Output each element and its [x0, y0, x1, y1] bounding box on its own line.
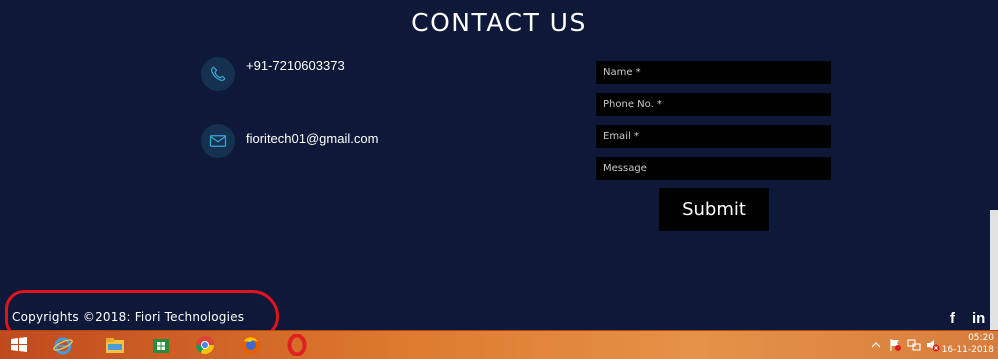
flag-notification-icon[interactable] [887, 334, 903, 356]
phone-number[interactable]: +91-7210603373 [246, 58, 345, 73]
phone-input[interactable] [596, 93, 831, 116]
system-clock[interactable]: 05:20 16-11-2018 [942, 332, 994, 356]
file-explorer-icon[interactable] [104, 334, 126, 356]
phone-contact: +91-7210603373 [201, 57, 345, 91]
clock-time: 05:20 [968, 333, 994, 343]
windows-start-icon[interactable] [8, 334, 30, 356]
scrollbar[interactable] [990, 210, 998, 330]
contact-section: CONTACT US +91-7210603373 fioritech01@gm… [0, 0, 998, 338]
submit-button[interactable]: Submit [659, 188, 769, 231]
chrome-icon[interactable] [194, 334, 216, 356]
name-input[interactable] [596, 61, 831, 84]
clock-date: 16-11-2018 [941, 345, 994, 355]
mail-icon [201, 124, 235, 158]
phone-icon [201, 57, 235, 91]
internet-explorer-icon[interactable] [52, 334, 74, 356]
email-address[interactable]: fioritech01@gmail.com [246, 131, 378, 146]
message-input[interactable] [596, 157, 831, 180]
email-input[interactable] [596, 125, 831, 148]
show-hidden-icons-icon[interactable] [870, 334, 882, 356]
linkedin-icon[interactable]: in [972, 310, 985, 327]
email-contact: fioritech01@gmail.com [201, 124, 378, 158]
facebook-icon[interactable]: f [950, 310, 955, 327]
network-icon[interactable] [906, 334, 922, 356]
opera-icon[interactable] [286, 334, 308, 356]
taskbar: 05:20 16-11-2018 [0, 330, 998, 359]
store-icon[interactable] [150, 334, 172, 356]
volume-muted-icon[interactable] [925, 334, 941, 356]
section-title: CONTACT US [411, 8, 587, 37]
firefox-icon[interactable] [240, 334, 262, 356]
